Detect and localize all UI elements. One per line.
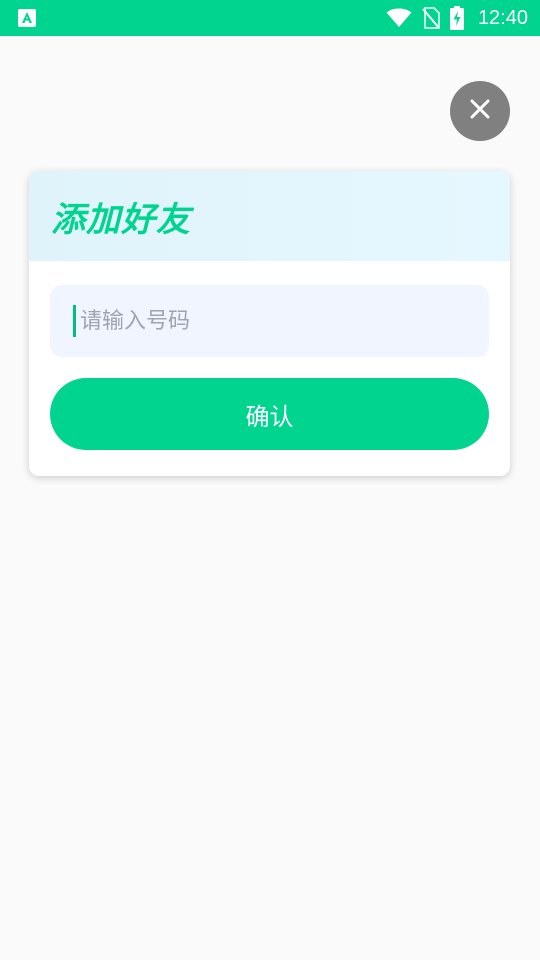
status-time: 12:40 (477, 6, 528, 29)
close-button[interactable] (450, 81, 510, 141)
status-bar: 12:40 (0, 0, 540, 36)
battery-charging-icon (449, 6, 464, 30)
status-icons: 12:40 (386, 0, 528, 36)
dialog-title: 添加好友 (51, 199, 191, 240)
app-notification-icon (18, 9, 36, 27)
add-friend-dialog: 添加好友 确认 (29, 171, 510, 476)
number-input[interactable] (78, 307, 462, 335)
number-input-container[interactable] (50, 285, 489, 357)
confirm-button[interactable]: 确认 (50, 378, 489, 450)
dialog-header: 添加好友 (29, 171, 510, 261)
text-caret (73, 305, 76, 337)
wifi-icon (386, 8, 412, 28)
no-sim-icon (422, 7, 440, 29)
close-icon (470, 99, 490, 123)
